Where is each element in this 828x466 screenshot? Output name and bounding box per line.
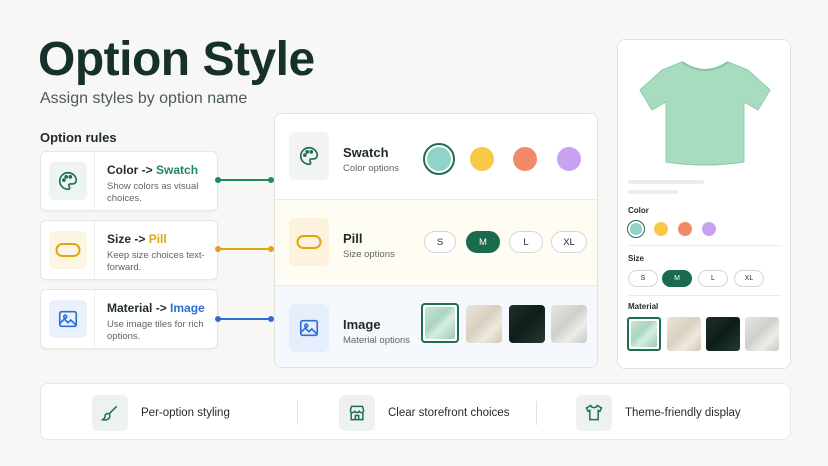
rule-card-size[interactable]: Size -> Pill Keep size choices text-forw…	[40, 220, 218, 280]
preview-size-label: Size	[628, 254, 645, 263]
preview-size-pill[interactable]: L	[698, 270, 728, 287]
feature-label: Theme-friendly display	[625, 406, 741, 419]
rules-heading: Option rules	[40, 130, 117, 145]
page-subtitle: Assign styles by option name	[40, 90, 248, 107]
storefront-icon	[339, 394, 375, 431]
color-swatch[interactable]	[513, 147, 537, 171]
feature-item: Clear storefront choices	[339, 394, 509, 431]
preview-size-pill-selected[interactable]: M	[662, 270, 692, 287]
rule-description: Show colors as visual choices.	[107, 181, 199, 204]
rule-card-color[interactable]: Color -> Swatch Show colors as visual ch…	[40, 151, 218, 211]
style-subtitle: Color options	[343, 163, 399, 174]
style-name: Swatch	[343, 145, 389, 160]
rule-description: Use image tiles for rich options.	[107, 319, 204, 342]
pill-icon	[289, 218, 329, 266]
placeholder-line	[628, 190, 678, 194]
rule-option: Size	[107, 232, 132, 246]
preview-swatch-selected[interactable]	[627, 220, 645, 238]
tshirt-image	[632, 52, 778, 172]
size-pill-selected[interactable]: M	[466, 231, 500, 253]
rule-arrow: ->	[152, 301, 171, 315]
style-name: Pill	[343, 231, 363, 246]
rule-option: Color	[107, 163, 139, 177]
feature-bar: Per-option styling Clear storefront choi…	[40, 383, 791, 440]
mint-fabric-texture	[425, 307, 455, 339]
palette-icon	[289, 132, 329, 180]
color-swatch[interactable]	[557, 147, 581, 171]
product-preview-card: Color Size S M L XL Material	[617, 39, 791, 369]
page-title: Option Style	[38, 33, 315, 86]
feature-label: Per-option styling	[141, 406, 230, 419]
preview-divider	[628, 245, 782, 246]
preview-color-label: Color	[628, 206, 649, 215]
size-pill[interactable]: S	[424, 231, 456, 253]
style-subtitle: Material options	[343, 335, 411, 346]
feature-item: Theme-friendly display	[576, 394, 741, 431]
palette-icon	[48, 162, 87, 200]
preview-tile[interactable]	[706, 317, 740, 351]
material-tile[interactable]	[509, 305, 545, 343]
mint-fabric-texture	[631, 321, 657, 347]
style-row-swatch[interactable]: Swatch Color options	[275, 114, 597, 199]
style-row-image[interactable]: Image Material options	[275, 286, 597, 367]
preview-swatch[interactable]	[702, 222, 716, 236]
preview-size-pill[interactable]: S	[628, 270, 658, 287]
style-name: Image	[343, 317, 381, 332]
preview-swatch[interactable]	[678, 222, 692, 236]
image-icon	[48, 300, 87, 338]
rule-style: Swatch	[156, 163, 199, 177]
rule-option: Material	[107, 301, 153, 315]
preview-material-label: Material	[628, 302, 659, 311]
image-icon	[289, 304, 329, 352]
brush-icon	[92, 394, 128, 431]
feature-item: Per-option styling	[92, 394, 230, 431]
feature-divider	[297, 401, 298, 425]
material-tile-selected[interactable]	[421, 303, 459, 343]
style-subtitle: Size options	[343, 249, 395, 260]
color-swatch[interactable]	[470, 147, 494, 171]
preview-size-pill[interactable]: XL	[734, 270, 764, 287]
size-pill[interactable]: L	[509, 231, 543, 253]
preview-tile-selected[interactable]	[627, 317, 661, 351]
rule-arrow: ->	[131, 232, 149, 246]
pill-icon	[48, 231, 87, 269]
placeholder-line	[628, 180, 704, 184]
preview-swatch[interactable]	[654, 222, 668, 236]
preview-tile[interactable]	[667, 317, 701, 351]
rule-card-material[interactable]: Material -> Image Use image tiles for ri…	[40, 289, 218, 349]
connector-pill	[218, 248, 271, 250]
rule-style: Image	[170, 301, 205, 315]
style-row-pill[interactable]: Pill Size options S M L XL	[275, 200, 597, 285]
swatch-fill	[630, 223, 642, 235]
feature-divider	[536, 401, 537, 425]
material-tile[interactable]	[466, 305, 502, 343]
feature-label: Clear storefront choices	[388, 406, 510, 419]
shirt-icon	[576, 394, 612, 431]
preview-tile[interactable]	[745, 317, 779, 351]
material-tile[interactable]	[551, 305, 587, 343]
connector-image	[218, 318, 271, 320]
preview-divider	[628, 295, 782, 296]
connector-swatch	[218, 179, 271, 181]
rule-description: Keep size choices text-forward.	[107, 250, 205, 273]
swatch-fill	[427, 147, 451, 171]
rule-arrow: ->	[138, 163, 157, 177]
size-pill[interactable]: XL	[551, 231, 587, 253]
color-swatch-selected[interactable]	[423, 143, 455, 175]
style-panel: Swatch Color options Pill Size options S…	[274, 113, 598, 368]
rule-style: Pill	[148, 232, 167, 246]
